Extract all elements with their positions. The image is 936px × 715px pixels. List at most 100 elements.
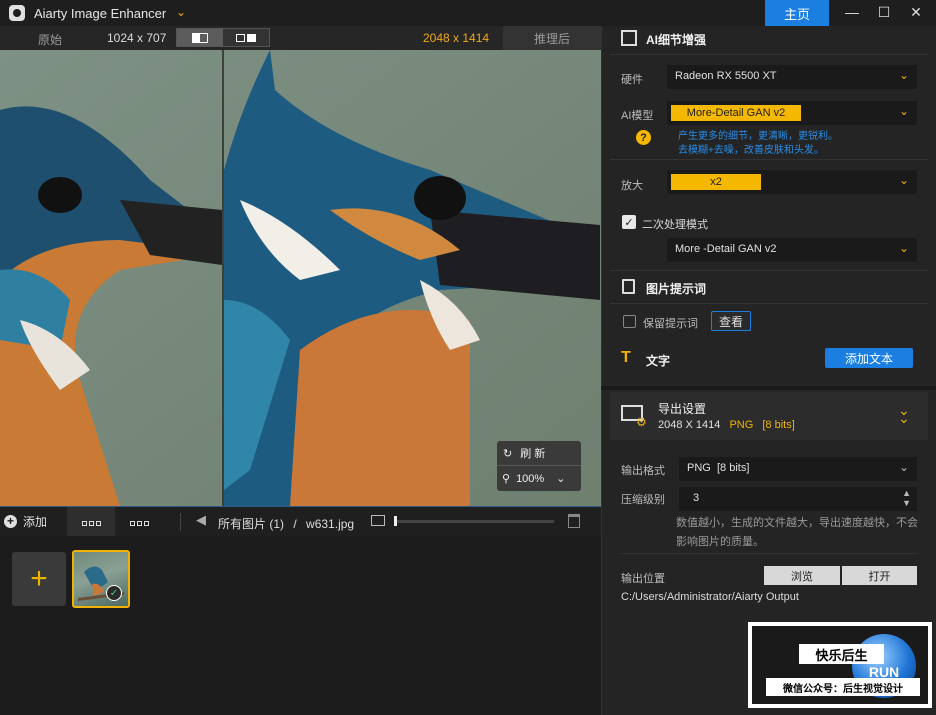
divider — [610, 303, 928, 304]
list-view-icon — [129, 515, 150, 529]
breadcrumb-all-images[interactable]: 所有图片 (1) — [218, 517, 284, 531]
compression-hint-line1: 数值越小，生成的文件越大，导出速度越快，不会 — [676, 517, 918, 529]
add-icon: + — [4, 515, 17, 528]
refresh-icon: ↻ — [503, 447, 513, 460]
export-size: 2048 X 1414 — [658, 419, 721, 431]
output-location-label: 输出位置 — [621, 573, 665, 585]
second-pass-checkbox[interactable]: ✓ — [622, 215, 636, 229]
keep-prompt-label: 保留提示词 — [643, 318, 698, 330]
view-prompt-button[interactable]: 查看 — [711, 311, 751, 331]
export-format: PNG — [729, 419, 754, 431]
browse-button[interactable]: 浏览 — [764, 566, 840, 585]
minimize-icon[interactable]: — — [842, 3, 862, 21]
prompt-title: 图片提示词 — [646, 282, 707, 296]
text-icon: T — [621, 349, 631, 366]
model-hint-line1: 产生更多的细节，更清晰，更锐利。 — [678, 131, 838, 142]
add-button[interactable]: + 添加 — [4, 513, 47, 530]
add-text-button[interactable]: 添加文本 — [825, 348, 913, 368]
check-icon: ✓ — [106, 585, 122, 601]
grid-view-button[interactable] — [67, 507, 115, 536]
zoom-level: 100% — [516, 472, 545, 485]
list-view-button[interactable] — [115, 507, 163, 536]
app-logo-icon — [9, 5, 25, 21]
second-pass-label: 二次处理模式 — [642, 219, 708, 231]
ai-detail-title: AI细节增强 — [646, 33, 707, 47]
ai-enhance-icon — [621, 30, 637, 46]
compression-stepper[interactable]: 3 ▲ ▼ — [679, 487, 917, 511]
chevron-down-icon: ⌄ — [898, 104, 909, 118]
second-pass-model-value: More -Detail GAN v2 — [675, 243, 777, 255]
refresh-button[interactable]: ↻ 刷 新 — [497, 441, 581, 466]
divider — [610, 54, 928, 55]
output-format-value: PNG [8 bits] — [687, 462, 750, 474]
add-image-tile[interactable]: + — [12, 552, 66, 606]
compression-value: 3 — [693, 492, 700, 504]
compression-hint-line2: 影响图片的质量。 — [676, 536, 764, 548]
help-icon[interactable]: ? — [636, 130, 651, 145]
ai-model-dropdown[interactable]: More-Detail GAN v2 ⌄ — [667, 101, 917, 125]
trash-icon[interactable] — [568, 514, 580, 528]
breadcrumb-file: w631.jpg — [306, 517, 355, 531]
side-by-side-button[interactable] — [223, 29, 269, 46]
scale-value: x2 — [671, 174, 761, 190]
app-title: Aiarty Image Enhancer — [34, 6, 167, 21]
original-size: 1024 x 707 — [107, 31, 167, 45]
original-label: 原始 — [38, 33, 63, 47]
hardware-dropdown[interactable]: Radeon RX 5500 XT ⌄ — [667, 65, 917, 89]
collapse-chevrons-icon[interactable]: ⌄ ⌄ — [898, 403, 910, 425]
ai-model-value: More-Detail GAN v2 — [671, 105, 801, 121]
hardware-value: Radeon RX 5500 XT — [675, 70, 777, 82]
document-icon — [622, 279, 635, 294]
compression-label: 压缩级别 — [621, 494, 665, 506]
divider — [621, 553, 917, 554]
stepper-arrows-icon[interactable]: ▲ ▼ — [902, 488, 911, 508]
chevron-down-icon: ⌄ — [898, 173, 909, 187]
back-arrow-icon[interactable]: ◀ — [196, 512, 206, 528]
gear-icon: ⚙ — [636, 415, 647, 429]
export-title: 导出设置 — [658, 402, 707, 416]
chevron-down-icon: ⌄ — [898, 241, 909, 255]
output-format-label: 输出格式 — [621, 465, 665, 477]
add-label: 添加 — [23, 515, 48, 529]
output-format-dropdown[interactable]: PNG [8 bits] ⌄ — [679, 457, 917, 481]
home-button[interactable]: 主页 — [765, 0, 829, 26]
split-view-icon — [192, 32, 208, 43]
open-button[interactable]: 打开 — [842, 566, 917, 585]
zoom-dropdown[interactable]: ⚲ 100% ⌄ — [497, 466, 581, 491]
section-separator — [601, 386, 936, 390]
image-thumbnail[interactable] — [72, 550, 130, 608]
image-preview[interactable]: ↻ 刷 新 ⚲ 100% ⌄ — [0, 50, 601, 506]
output-path: C:/Users/Administrator/Aiarty Output — [621, 591, 799, 603]
chevron-down-icon: ⌄ — [898, 68, 909, 82]
hardware-label: 硬件 — [621, 74, 643, 86]
divider — [610, 270, 928, 271]
watermark-title: 快乐后生 — [799, 644, 884, 664]
chevron-down-icon: ⌄ — [898, 460, 909, 474]
model-hint-line2: 去模糊+去噪，改善皮肤和头发。 — [678, 145, 824, 156]
zoom-controls: ↻ 刷 新 ⚲ 100% ⌄ — [497, 441, 581, 491]
divider — [610, 159, 928, 160]
split-view-button[interactable] — [177, 29, 223, 46]
kingfisher-image — [0, 50, 601, 506]
output-size: 2048 x 1414 — [423, 31, 490, 45]
second-pass-model-dropdown[interactable]: More -Detail GAN v2 ⌄ — [667, 238, 917, 262]
divider — [180, 513, 181, 531]
ai-model-label: AI模型 — [621, 110, 654, 122]
keep-prompt-checkbox[interactable] — [623, 315, 636, 328]
chevron-down-icon[interactable]: ⌄ — [176, 5, 186, 19]
export-summary: 2048 X 1414 PNG [8 bits] — [658, 419, 795, 431]
scale-dropdown[interactable]: x2 ⌄ — [667, 170, 917, 194]
processed-label: 推理后 — [503, 26, 601, 50]
thumbnail-size-slider[interactable] — [394, 520, 554, 523]
breadcrumb-separator: / — [293, 517, 297, 531]
refresh-label: 刷 新 — [520, 448, 546, 460]
text-section-title: 文字 — [646, 354, 671, 368]
close-icon[interactable]: ✕ — [906, 3, 926, 21]
grid-view-icon — [81, 515, 102, 529]
maximize-icon[interactable]: ☐ — [874, 3, 894, 21]
watermark-subtitle: 微信公众号：后生视觉设计 — [766, 678, 920, 696]
image-size-icon — [371, 515, 385, 526]
chevron-down-icon: ⌄ — [556, 473, 566, 485]
slider-handle[interactable] — [394, 516, 397, 526]
side-by-side-icon-fill — [247, 33, 256, 42]
